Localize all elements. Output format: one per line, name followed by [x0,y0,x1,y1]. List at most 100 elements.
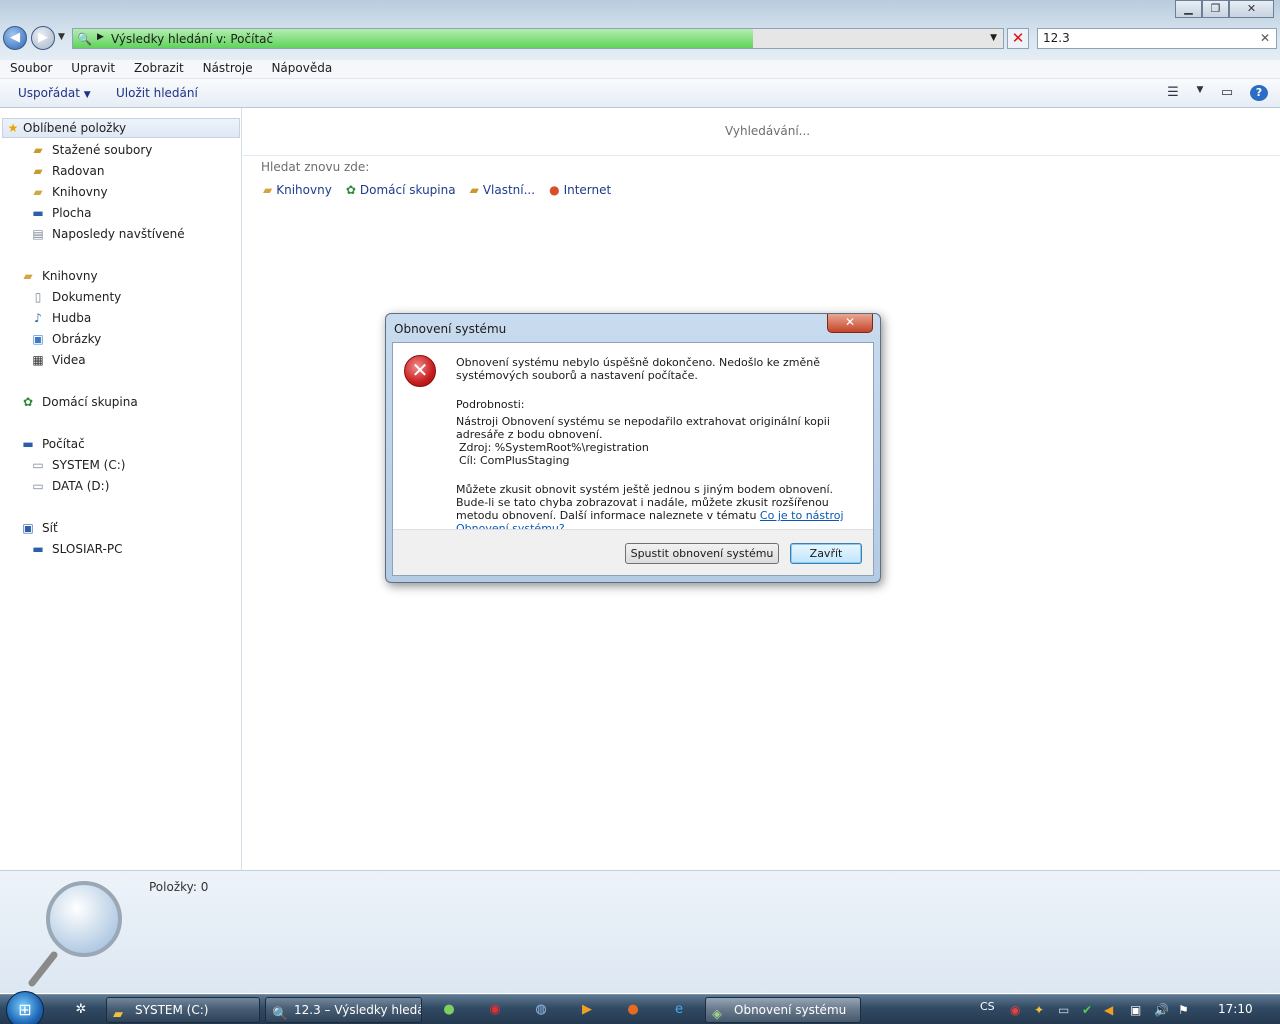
nav-item-recent[interactable]: ▤ Naposledy navštívené [30,224,184,244]
details-text: Nástroji Obnovení systému se nepodařilo … [456,415,830,441]
taskbar-button-explorer-c[interactable]: ▰ SYSTEM (C:) [106,997,260,1023]
address-dropdown-icon[interactable]: ▼ [990,33,997,43]
dialog-main-message: Obnovení systému nebylo úspěšně dokončen… [456,356,820,382]
dialog-footer: Spustit obnovení systému Zavřít [393,529,873,575]
forward-button[interactable]: ▶ [31,26,55,50]
chevron-down-icon: ▼ [83,90,91,100]
language-indicator[interactable]: CS [980,1000,995,1013]
homegroup-icon: ✿ [22,395,34,409]
nav-item-libraries-fav[interactable]: ▰ Knihovny [30,182,107,202]
nav-item-downloads[interactable]: ▰ Stažené soubory [30,140,152,160]
media-player-icon[interactable]: ▶ [578,1001,596,1019]
organize-button[interactable]: Uspořádat ▼ [18,86,91,100]
star-icon: ★ [7,121,19,135]
search-input[interactable]: 12.3 ✕ [1037,28,1277,49]
nav-item-drive-c[interactable]: ▭ SYSTEM (C:) [30,455,125,475]
nav-item-pictures[interactable]: ▣ Obrázky [30,329,101,349]
menu-view[interactable]: Zobrazit [134,60,184,77]
window-close-button[interactable]: ✕ [1229,0,1274,18]
internet-explorer-icon[interactable]: e [670,1001,688,1019]
tray-app-icon[interactable]: ✦ [1034,1003,1044,1017]
search-again-homegroup[interactable]: ✿ Domácí skupina [346,183,456,197]
taskbar-button-search-results[interactable]: 🔍 12.3 – Výsledky hledá... [265,997,422,1023]
details-source: Zdroj: %SystemRoot%\registration [459,441,649,454]
tray-antivirus-icon[interactable]: ◉ [1010,1003,1020,1017]
app-icon-2[interactable]: ◉ [486,1001,504,1019]
maximize-button[interactable]: ❐ [1202,0,1229,18]
user-folder-icon: ▰ [33,164,43,178]
search-again-label: Hledat znovu zde: [261,160,370,174]
clear-search-icon[interactable]: ✕ [1260,31,1270,45]
nav-libraries[interactable]: ▰ Knihovny [20,266,97,286]
recent-places-icon: ▤ [32,227,44,241]
error-icon: ✕ [404,355,436,387]
nav-item-desktop[interactable]: ▬ Plocha [30,203,91,223]
nav-computer[interactable]: ▬ Počítač [20,434,84,454]
search-icon: 🔍 [77,32,92,46]
pictures-icon: ▣ [32,332,44,346]
search-again-internet[interactable]: ● Internet [549,183,611,197]
breadcrumb-arrow-icon[interactable]: ▶ [97,32,104,42]
volume-icon[interactable]: 🔊 [1154,1003,1169,1017]
nav-item-drive-d[interactable]: ▭ DATA (D:) [30,476,109,496]
address-bar[interactable]: 🔍 ▶ Výsledky hledání v: Počítač ▼ [72,28,1004,49]
nav-item-music[interactable]: ♪ Hudba [30,308,91,328]
firefox-icon: ● [549,183,560,197]
computer-icon: ▬ [32,542,44,556]
view-options-icon[interactable]: ☰ [1164,85,1182,101]
nav-network[interactable]: ▣ Síť [20,518,57,538]
close-button[interactable]: Zavřít [790,543,862,564]
action-center-icon[interactable]: ⚑ [1178,1003,1189,1017]
dialog-advice: Můžete zkusit obnovit systém ještě jedno… [456,483,866,535]
run-system-restore-button[interactable]: Spustit obnovení systému [625,543,779,564]
show-desktop-icon[interactable]: ✲ [72,1001,90,1019]
search-again-custom[interactable]: ▰ Vlastní... [470,183,535,197]
menu-bar: Soubor Upravit Zobrazit Nástroje Nápověd… [0,60,1280,79]
close-icon: ✕ [844,315,856,329]
back-icon: ◀ [10,30,20,45]
taskbar-button-system-restore[interactable]: ◈ Obnovení systému [705,997,861,1023]
minimize-button[interactable]: ▁ [1175,0,1202,18]
tray-speaker-app-icon[interactable]: ◀ [1104,1003,1113,1017]
dialog-body: ✕ Obnovení systému nebylo úspěšně dokonč… [392,342,874,576]
libraries-icon: ▰ [263,183,273,197]
search-again-options: ▰ Knihovny ✿ Domácí skupina ▰ Vlastní... ● I… [263,183,611,197]
nav-item-videos[interactable]: ▦ Videa [30,350,85,370]
view-dropdown-icon[interactable]: ▼ [1196,85,1204,101]
details-target: Cíl: ComPlusStaging [459,454,570,467]
recent-pages-dropdown[interactable]: ▼ [58,32,65,42]
menu-file[interactable]: Soubor [10,60,52,77]
items-count: Položky: 0 [149,880,209,894]
tray-check-icon[interactable]: ✔ [1082,1003,1092,1017]
tray-drive-icon[interactable]: ▭ [1058,1003,1069,1017]
help-icon[interactable]: ? [1250,85,1268,101]
menu-help[interactable]: Nápověda [271,60,332,77]
clock[interactable]: 17:10 [1218,1002,1253,1016]
details-label: Podrobnosti: [456,398,525,411]
folder-icon: ▰ [33,143,43,157]
menu-edit[interactable]: Upravit [71,60,115,77]
firefox-icon[interactable]: ● [624,1001,642,1019]
homegroup-icon: ✿ [345,183,356,197]
nav-item-pc[interactable]: ▬ SLOSIAR-PC [30,539,122,559]
searching-status: Vyhledávání... [725,124,811,138]
stop-search-button[interactable]: ✕ [1007,28,1029,49]
network-icon[interactable]: ▣ [1130,1003,1141,1017]
app-icon-3[interactable]: ◍ [532,1001,550,1019]
start-button[interactable]: ⊞ [6,991,44,1024]
save-search-button[interactable]: Uložit hledání [116,86,198,100]
nav-item-radovan[interactable]: ▰ Radovan [30,161,104,181]
dialog-close-button[interactable]: ✕ [827,314,873,333]
system-drive-icon: ▭ [32,458,44,472]
nav-item-documents[interactable]: ▯ Dokumenty [30,287,122,307]
preview-pane-icon[interactable]: ▭ [1218,85,1236,101]
window-controls: ▁ ❐ ✕ [1175,0,1274,18]
divider [243,155,1280,156]
nav-homegroup[interactable]: ✿ Domácí skupina [20,392,138,412]
back-button[interactable]: ◀ [3,26,27,50]
menu-tools[interactable]: Nástroje [203,60,253,77]
system-restore-dialog: Obnovení systému ✕ ✕ Obnovení systému ne… [385,313,881,583]
nav-favorites[interactable]: ★ Oblíbené položky [2,118,240,138]
search-again-libraries[interactable]: ▰ Knihovny [263,183,332,197]
app-icon-1[interactable]: ● [440,1001,458,1019]
